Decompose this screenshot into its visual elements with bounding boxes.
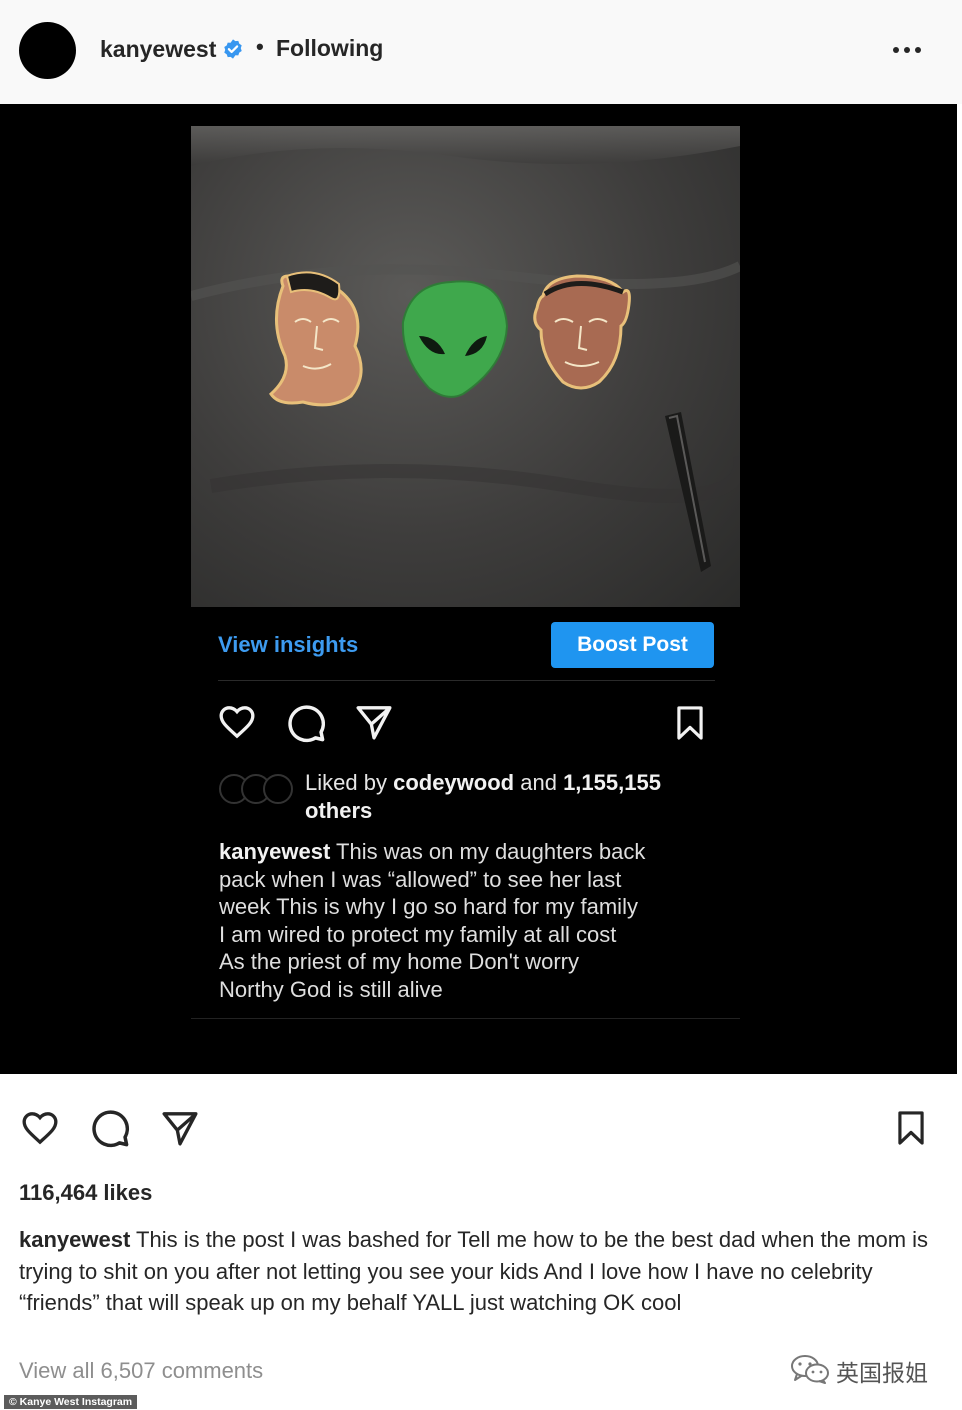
caption-text: This is the post I was bashed for Tell m… <box>19 1227 929 1316</box>
wechat-icon <box>791 1355 829 1384</box>
likes-count[interactable]: 116,464 likes <box>19 1180 152 1206</box>
liked-others[interactable]: others <box>305 798 372 823</box>
post-media: View insights Boost Post Liked by codeyw… <box>0 104 957 1074</box>
post-photo <box>191 126 740 607</box>
face-pin-right <box>533 274 631 390</box>
caption-username[interactable]: kanyewest <box>19 1227 130 1252</box>
backpack-pins-image <box>191 126 740 572</box>
comment-icon[interactable] <box>89 1107 131 1149</box>
boost-post-button[interactable]: Boost Post <box>551 622 714 668</box>
bookmark-icon[interactable] <box>671 702 709 744</box>
liked-count: 1,155,155 <box>563 770 661 795</box>
view-comments-link[interactable]: View all 6,507 comments <box>19 1358 263 1384</box>
liked-by-avatars <box>219 774 293 804</box>
watermark-text: 英国报姐 <box>836 1360 928 1386</box>
screenshot-caption: kanyewest This was on my daughters back … <box>219 838 729 1004</box>
more-options-icon[interactable] <box>890 40 924 60</box>
face-pin-left <box>269 271 363 407</box>
bookmark-icon[interactable] <box>892 1107 930 1149</box>
following-button[interactable]: Following <box>276 35 383 62</box>
heart-icon[interactable] <box>19 1108 61 1148</box>
comment-icon[interactable] <box>285 702 327 744</box>
action-bar <box>0 1074 962 1174</box>
username[interactable]: kanyewest <box>100 36 216 63</box>
verified-badge-icon <box>224 39 242 59</box>
share-icon[interactable] <box>354 702 394 742</box>
divider <box>218 680 715 681</box>
avatar[interactable] <box>19 22 76 79</box>
divider <box>191 1018 740 1019</box>
share-icon[interactable] <box>160 1108 200 1148</box>
post-header: kanyewest • Following <box>0 0 962 104</box>
separator-dot: • <box>256 34 264 59</box>
post-caption: kanyewest This is the post I was bashed … <box>19 1224 939 1319</box>
photo-credit: © Kanye West Instagram <box>4 1395 138 1409</box>
heart-icon[interactable] <box>216 702 258 742</box>
alien-pin <box>401 280 509 398</box>
caption-username[interactable]: kanyewest <box>219 839 330 864</box>
liked-by-user[interactable]: codeywood <box>393 770 514 795</box>
liked-by-text: Liked by codeywood and 1,155,155 others <box>305 770 661 823</box>
view-insights-link[interactable]: View insights <box>218 632 358 658</box>
